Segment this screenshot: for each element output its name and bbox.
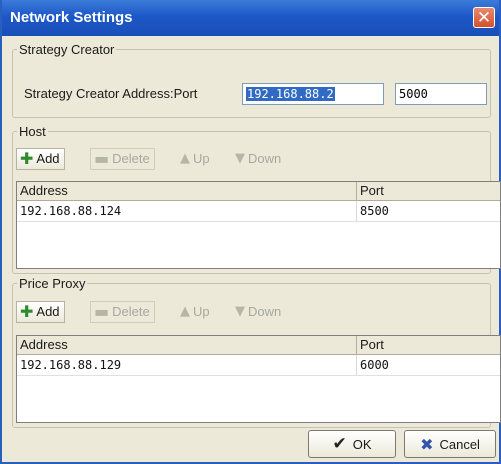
cancel-button[interactable]: ✖ Cancel <box>404 430 496 458</box>
price-column-port[interactable]: Port <box>357 336 500 354</box>
host-delete-label: Delete <box>112 151 150 166</box>
host-add-button[interactable]: ✚ Add <box>16 148 65 170</box>
host-column-port[interactable]: Port <box>357 182 500 200</box>
ok-label: OK <box>352 436 372 452</box>
strategy-address-value: 192.168.88.2 <box>246 87 335 101</box>
price-down-label: Down <box>248 304 282 319</box>
price-row-port: 6000 <box>360 358 389 372</box>
minus-icon: ▬ <box>94 302 110 321</box>
dialog-title: Network Settings <box>10 9 133 26</box>
price-up-label: Up <box>193 304 210 319</box>
strategy-address-field[interactable]: 192.168.88.2 <box>242 83 384 105</box>
host-up-button[interactable]: ▲ Up <box>177 148 214 170</box>
price-row-address: 192.168.88.129 <box>17 355 357 375</box>
price-delete-label: Delete <box>112 304 150 319</box>
host-row-address: 192.168.88.124 <box>17 201 357 221</box>
network-settings-dialog: Network Settings ✕ Strategy Creator Stra… <box>0 0 501 464</box>
host-table[interactable]: Address Port 192.168.88.124 8500 <box>16 181 501 269</box>
price-add-button[interactable]: ✚ Add <box>16 301 65 323</box>
cancel-label: Cancel <box>439 436 480 452</box>
host-down-label: Down <box>248 151 282 166</box>
price-add-label: Add <box>36 304 60 319</box>
host-down-button[interactable]: ▼ Down <box>232 148 285 170</box>
strategy-creator-group: Strategy Creator <box>12 42 491 118</box>
host-delete-button[interactable]: ▬ Delete <box>90 148 155 170</box>
price-up-button[interactable]: ▲ Up <box>177 301 214 323</box>
arrow-up-icon: ▲ <box>180 304 190 319</box>
minus-icon: ▬ <box>94 149 110 168</box>
ok-button[interactable]: ✔ OK <box>308 430 396 458</box>
host-add-label: Add <box>36 151 60 166</box>
strategy-address-label: Strategy Creator Address:Port <box>24 86 198 101</box>
x-mark-icon: ✖ <box>420 434 434 454</box>
price-delete-button[interactable]: ▬ Delete <box>90 301 155 323</box>
arrow-down-icon: ▼ <box>235 151 245 166</box>
host-legend: Host <box>19 124 46 139</box>
strategy-port-value: 5000 <box>399 87 428 101</box>
plus-icon: ✚ <box>20 302 34 321</box>
close-button[interactable]: ✕ <box>473 7 495 28</box>
host-table-header: Address Port <box>17 182 500 201</box>
plus-icon: ✚ <box>20 149 34 168</box>
price-column-address[interactable]: Address <box>17 336 357 354</box>
price-table-header: Address Port <box>17 336 500 355</box>
host-column-address[interactable]: Address <box>17 182 357 200</box>
strategy-port-field[interactable]: 5000 <box>395 83 487 105</box>
arrow-up-icon: ▲ <box>180 151 190 166</box>
checkmark-icon: ✔ <box>332 434 347 454</box>
title-bar[interactable]: Network Settings ✕ <box>2 0 499 36</box>
table-row[interactable]: 192.168.88.124 8500 <box>17 201 500 222</box>
price-proxy-legend: Price Proxy <box>19 276 86 291</box>
table-row[interactable]: 192.168.88.129 6000 <box>17 355 500 376</box>
arrow-down-icon: ▼ <box>235 304 245 319</box>
price-down-button[interactable]: ▼ Down <box>232 301 285 323</box>
close-icon: ✕ <box>476 8 492 28</box>
host-row-port: 8500 <box>360 204 389 218</box>
price-proxy-table[interactable]: Address Port 192.168.88.129 6000 <box>16 335 501 423</box>
strategy-creator-legend: Strategy Creator <box>19 42 115 57</box>
host-up-label: Up <box>193 151 210 166</box>
